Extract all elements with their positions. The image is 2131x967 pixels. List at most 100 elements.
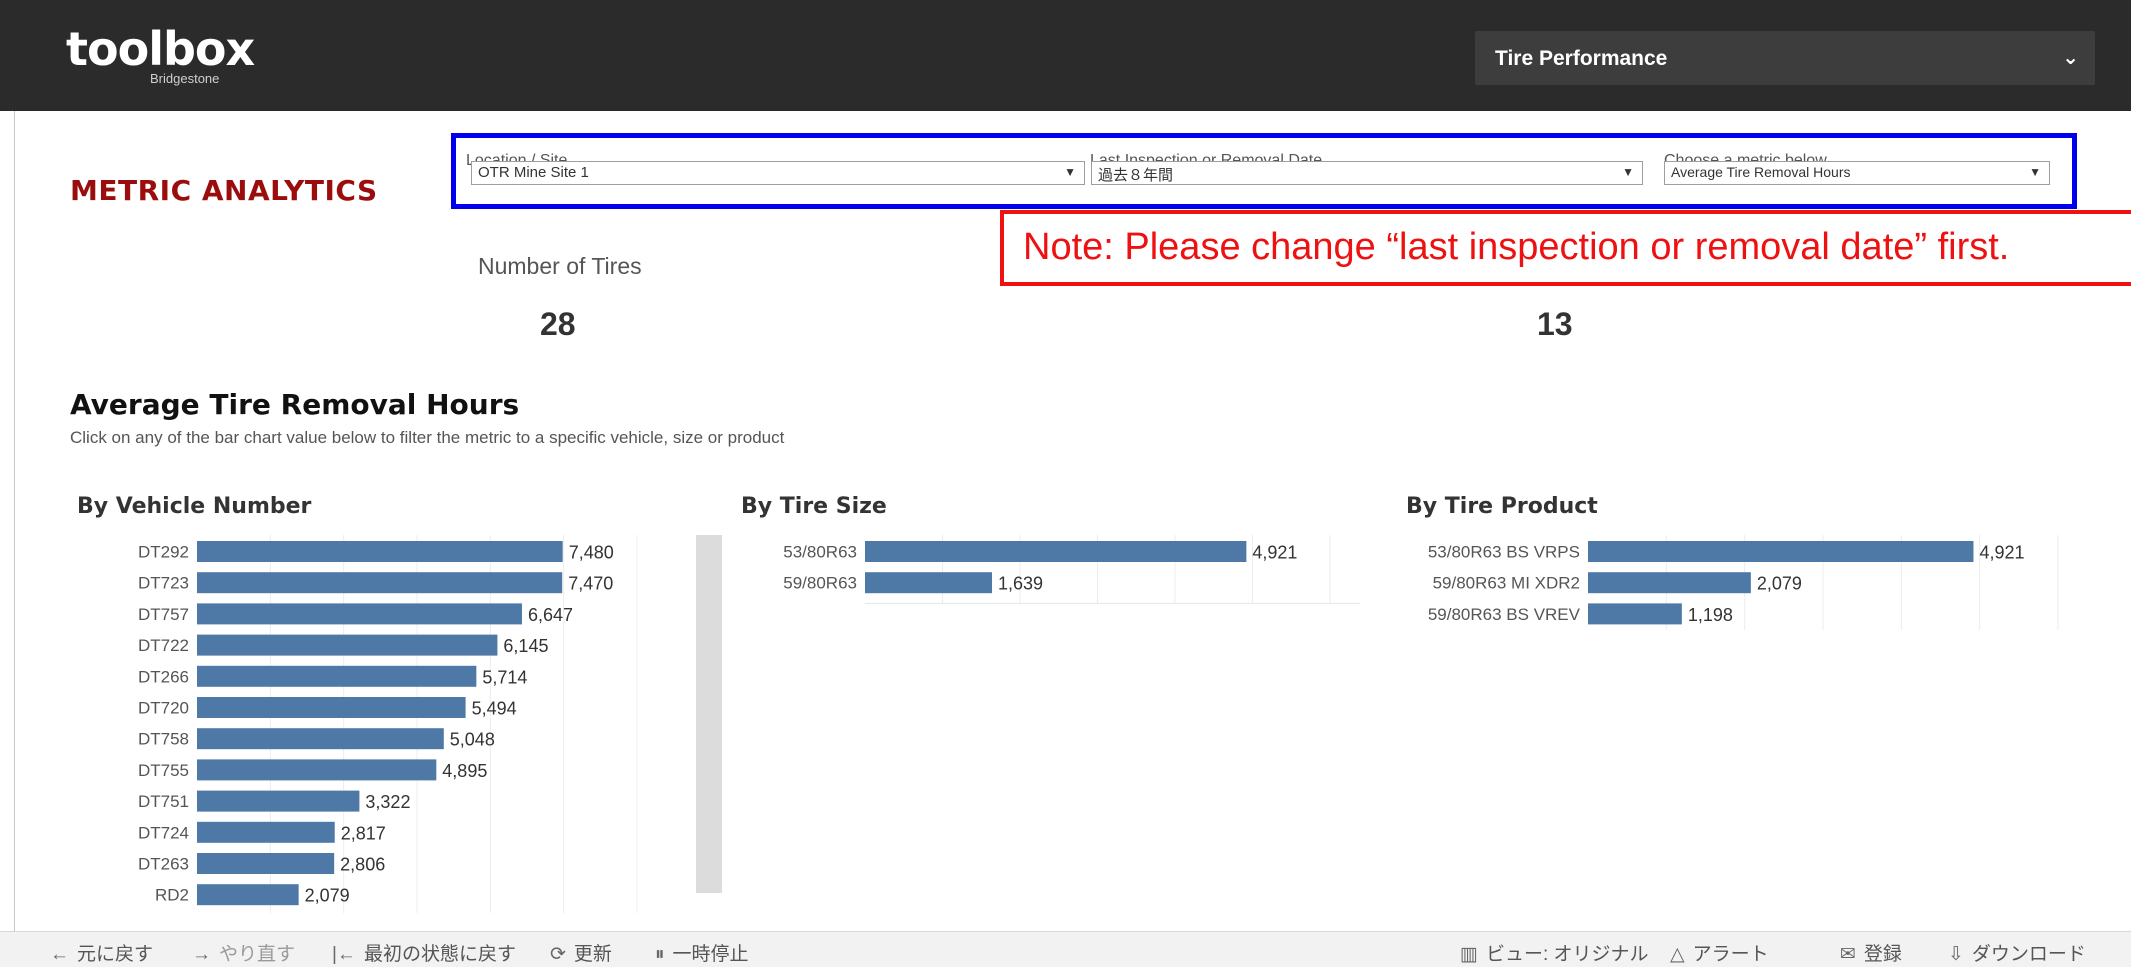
bar[interactable] bbox=[197, 853, 335, 874]
bar-value-label: 6,145 bbox=[503, 636, 548, 656]
page-title: METRIC ANALYTICS bbox=[70, 174, 378, 207]
bar[interactable] bbox=[197, 728, 444, 750]
bar-value-label: 2,817 bbox=[341, 823, 386, 843]
chevron-down-icon: ⌄ bbox=[2062, 47, 2079, 69]
bar[interactable] bbox=[1588, 541, 1974, 562]
chart-scrollbar[interactable] bbox=[696, 535, 722, 893]
top-bar: toolbox Bridgestone Tire Performance ⌄ bbox=[0, 0, 2131, 111]
logo-text: toolbox bbox=[66, 22, 255, 76]
location-dropdown[interactable]: OTR Mine Site 1 ▼ bbox=[471, 161, 1085, 185]
alert-label: アラート bbox=[1692, 944, 1769, 965]
subscribe-label: 登録 bbox=[1863, 944, 1902, 965]
dashboard-select-value: Tire Performance bbox=[1495, 47, 1668, 70]
bar-category-label: DT723 bbox=[138, 574, 189, 593]
bar[interactable] bbox=[197, 541, 563, 562]
bar[interactable] bbox=[197, 697, 466, 718]
bar-value-label: 5,494 bbox=[472, 699, 517, 719]
bar[interactable] bbox=[197, 665, 477, 687]
location-dropdown-value: OTR Mine Site 1 bbox=[478, 164, 589, 181]
date-dropdown[interactable]: 過去８年間 ▼ bbox=[1091, 161, 1643, 185]
bar-value-label: 2,079 bbox=[305, 886, 350, 906]
view-button[interactable]: ▥ ビュー: オリジナル bbox=[1460, 939, 1649, 966]
refresh-icon: ⟳ bbox=[550, 944, 566, 965]
refresh-button[interactable]: ⟳ 更新 bbox=[550, 939, 612, 966]
bar-category-label: DT751 bbox=[138, 792, 189, 811]
logo-subtitle: Bridgestone bbox=[150, 71, 220, 86]
bar[interactable] bbox=[197, 603, 522, 625]
redo-label: やり直す bbox=[219, 944, 296, 965]
bar-category-label: 53/80R63 bbox=[783, 543, 857, 562]
bar[interactable] bbox=[197, 790, 360, 812]
undo-label: 元に戻す bbox=[77, 944, 154, 965]
bar-category-label: DT266 bbox=[138, 667, 189, 686]
bar-category-label: 59/80R63 bbox=[783, 574, 857, 593]
bar-category-label: DT263 bbox=[138, 855, 189, 874]
chart-by-product-svg: 53/80R63 BS VRPS 4,921 59/80R63 MI XDR2 2,0… bbox=[1428, 535, 2059, 630]
bar[interactable] bbox=[197, 821, 335, 843]
bar[interactable] bbox=[865, 541, 1247, 562]
bar[interactable] bbox=[197, 759, 437, 781]
bar-category-label: DT757 bbox=[138, 605, 189, 624]
bar-value-label: 7,470 bbox=[568, 574, 613, 594]
arrow-left-icon: ← bbox=[50, 944, 69, 965]
refresh-label: 更新 bbox=[573, 944, 612, 965]
bar-value-label: 1,198 bbox=[1688, 605, 1733, 625]
bar-value-label: 5,714 bbox=[482, 667, 527, 687]
bar-category-label: DT720 bbox=[138, 699, 189, 718]
bar-category-label: DT755 bbox=[138, 761, 189, 780]
frame-divider bbox=[14, 111, 15, 934]
metric-dropdown[interactable]: Average Tire Removal Hours ▼ bbox=[1664, 161, 2050, 185]
dropdown-arrow-icon: ▼ bbox=[2029, 165, 2041, 179]
dropdown-arrow-icon: ▼ bbox=[1622, 165, 1634, 179]
dashboard-select[interactable]: Tire Performance ⌄ bbox=[1475, 31, 2095, 85]
bar-category-label: DT722 bbox=[138, 636, 189, 655]
bar-value-label: 4,895 bbox=[442, 761, 487, 781]
download-button[interactable]: ⇩ ダウンロード bbox=[1948, 939, 2086, 966]
filter-panel: Location / Site OTR Mine Site 1 ▼ Last I… bbox=[451, 133, 2077, 209]
bar-category-label: 59/80R63 BS VREV bbox=[1428, 605, 1581, 624]
bar[interactable] bbox=[197, 572, 563, 594]
revert-label: 最初の状態に戻す bbox=[363, 944, 516, 965]
section-subtitle: Click on any of the bar chart value belo… bbox=[70, 428, 785, 447]
bar[interactable] bbox=[1588, 603, 1682, 625]
bar-value-label: 2,079 bbox=[1757, 574, 1802, 594]
revert-icon: |← bbox=[332, 944, 356, 965]
bar[interactable] bbox=[197, 634, 498, 656]
revert-button[interactable]: |← 最初の状態に戻す bbox=[332, 939, 516, 966]
bar-value-label: 3,322 bbox=[365, 792, 410, 812]
chart-by-size-svg: 53/80R63 4,921 59/80R63 1,639 bbox=[783, 535, 1360, 604]
download-icon: ⇩ bbox=[1948, 944, 1964, 965]
bar[interactable] bbox=[197, 884, 299, 906]
undo-button[interactable]: ← 元に戻す bbox=[50, 939, 153, 966]
bar-category-label: RD2 bbox=[155, 886, 189, 905]
bar-category-label: DT292 bbox=[138, 543, 189, 562]
mail-plus-icon: ✉ bbox=[1840, 944, 1856, 965]
chart-by-size: 53/80R63 4,921 59/80R63 1,639 bbox=[740, 535, 1390, 605]
date-dropdown-value: 過去８年間 bbox=[1098, 167, 1174, 184]
subscribe-button[interactable]: ✉ 登録 bbox=[1840, 939, 1902, 966]
redo-button[interactable]: → やり直す bbox=[192, 939, 295, 966]
bottom-toolbar: ← 元に戻す → やり直す |← 最初の状態に戻す ⟳ 更新 ⏸ 一時停止 ▥ ビュー: オ… bbox=[0, 931, 2131, 967]
chart-title-product: By Tire Product bbox=[1406, 494, 1598, 519]
bar-value-label: 2,806 bbox=[340, 855, 385, 875]
chart-by-vehicle-svg: DT292 7,480 DT723 7,470 DT757 6,647 DT722 6,145… bbox=[138, 535, 638, 913]
view-label: ビュー: オリジナル bbox=[1485, 944, 1649, 965]
bar-category-label: 53/80R63 BS VRPS bbox=[1428, 543, 1580, 562]
alert-button[interactable]: △ アラート bbox=[1670, 939, 1769, 966]
section-title: Average Tire Removal Hours bbox=[70, 388, 520, 421]
dropdown-arrow-icon: ▼ bbox=[1064, 165, 1076, 179]
annotation-note: Note: Please change “last inspection or … bbox=[1000, 210, 2131, 286]
bar[interactable] bbox=[1588, 572, 1751, 594]
kpi-value-secondary: 13 bbox=[1537, 306, 1573, 342]
chart-title-size: By Tire Size bbox=[741, 494, 887, 519]
chart-by-product: 53/80R63 BS VRPS 4,921 59/80R63 MI XDR2 2,0… bbox=[1400, 535, 2060, 630]
bar-category-label: 59/80R63 MI XDR2 bbox=[1433, 574, 1580, 593]
pause-button[interactable]: ⏸ 一時停止 bbox=[655, 939, 749, 966]
bar-category-label: DT758 bbox=[138, 730, 189, 749]
bar-value-label: 4,921 bbox=[1979, 543, 2024, 563]
pause-label: 一時停止 bbox=[672, 944, 749, 965]
chart-title-vehicle: By Vehicle Number bbox=[77, 494, 312, 519]
bar-value-label: 6,647 bbox=[528, 605, 573, 625]
bar-value-label: 1,639 bbox=[998, 574, 1043, 594]
bar[interactable] bbox=[865, 572, 993, 594]
